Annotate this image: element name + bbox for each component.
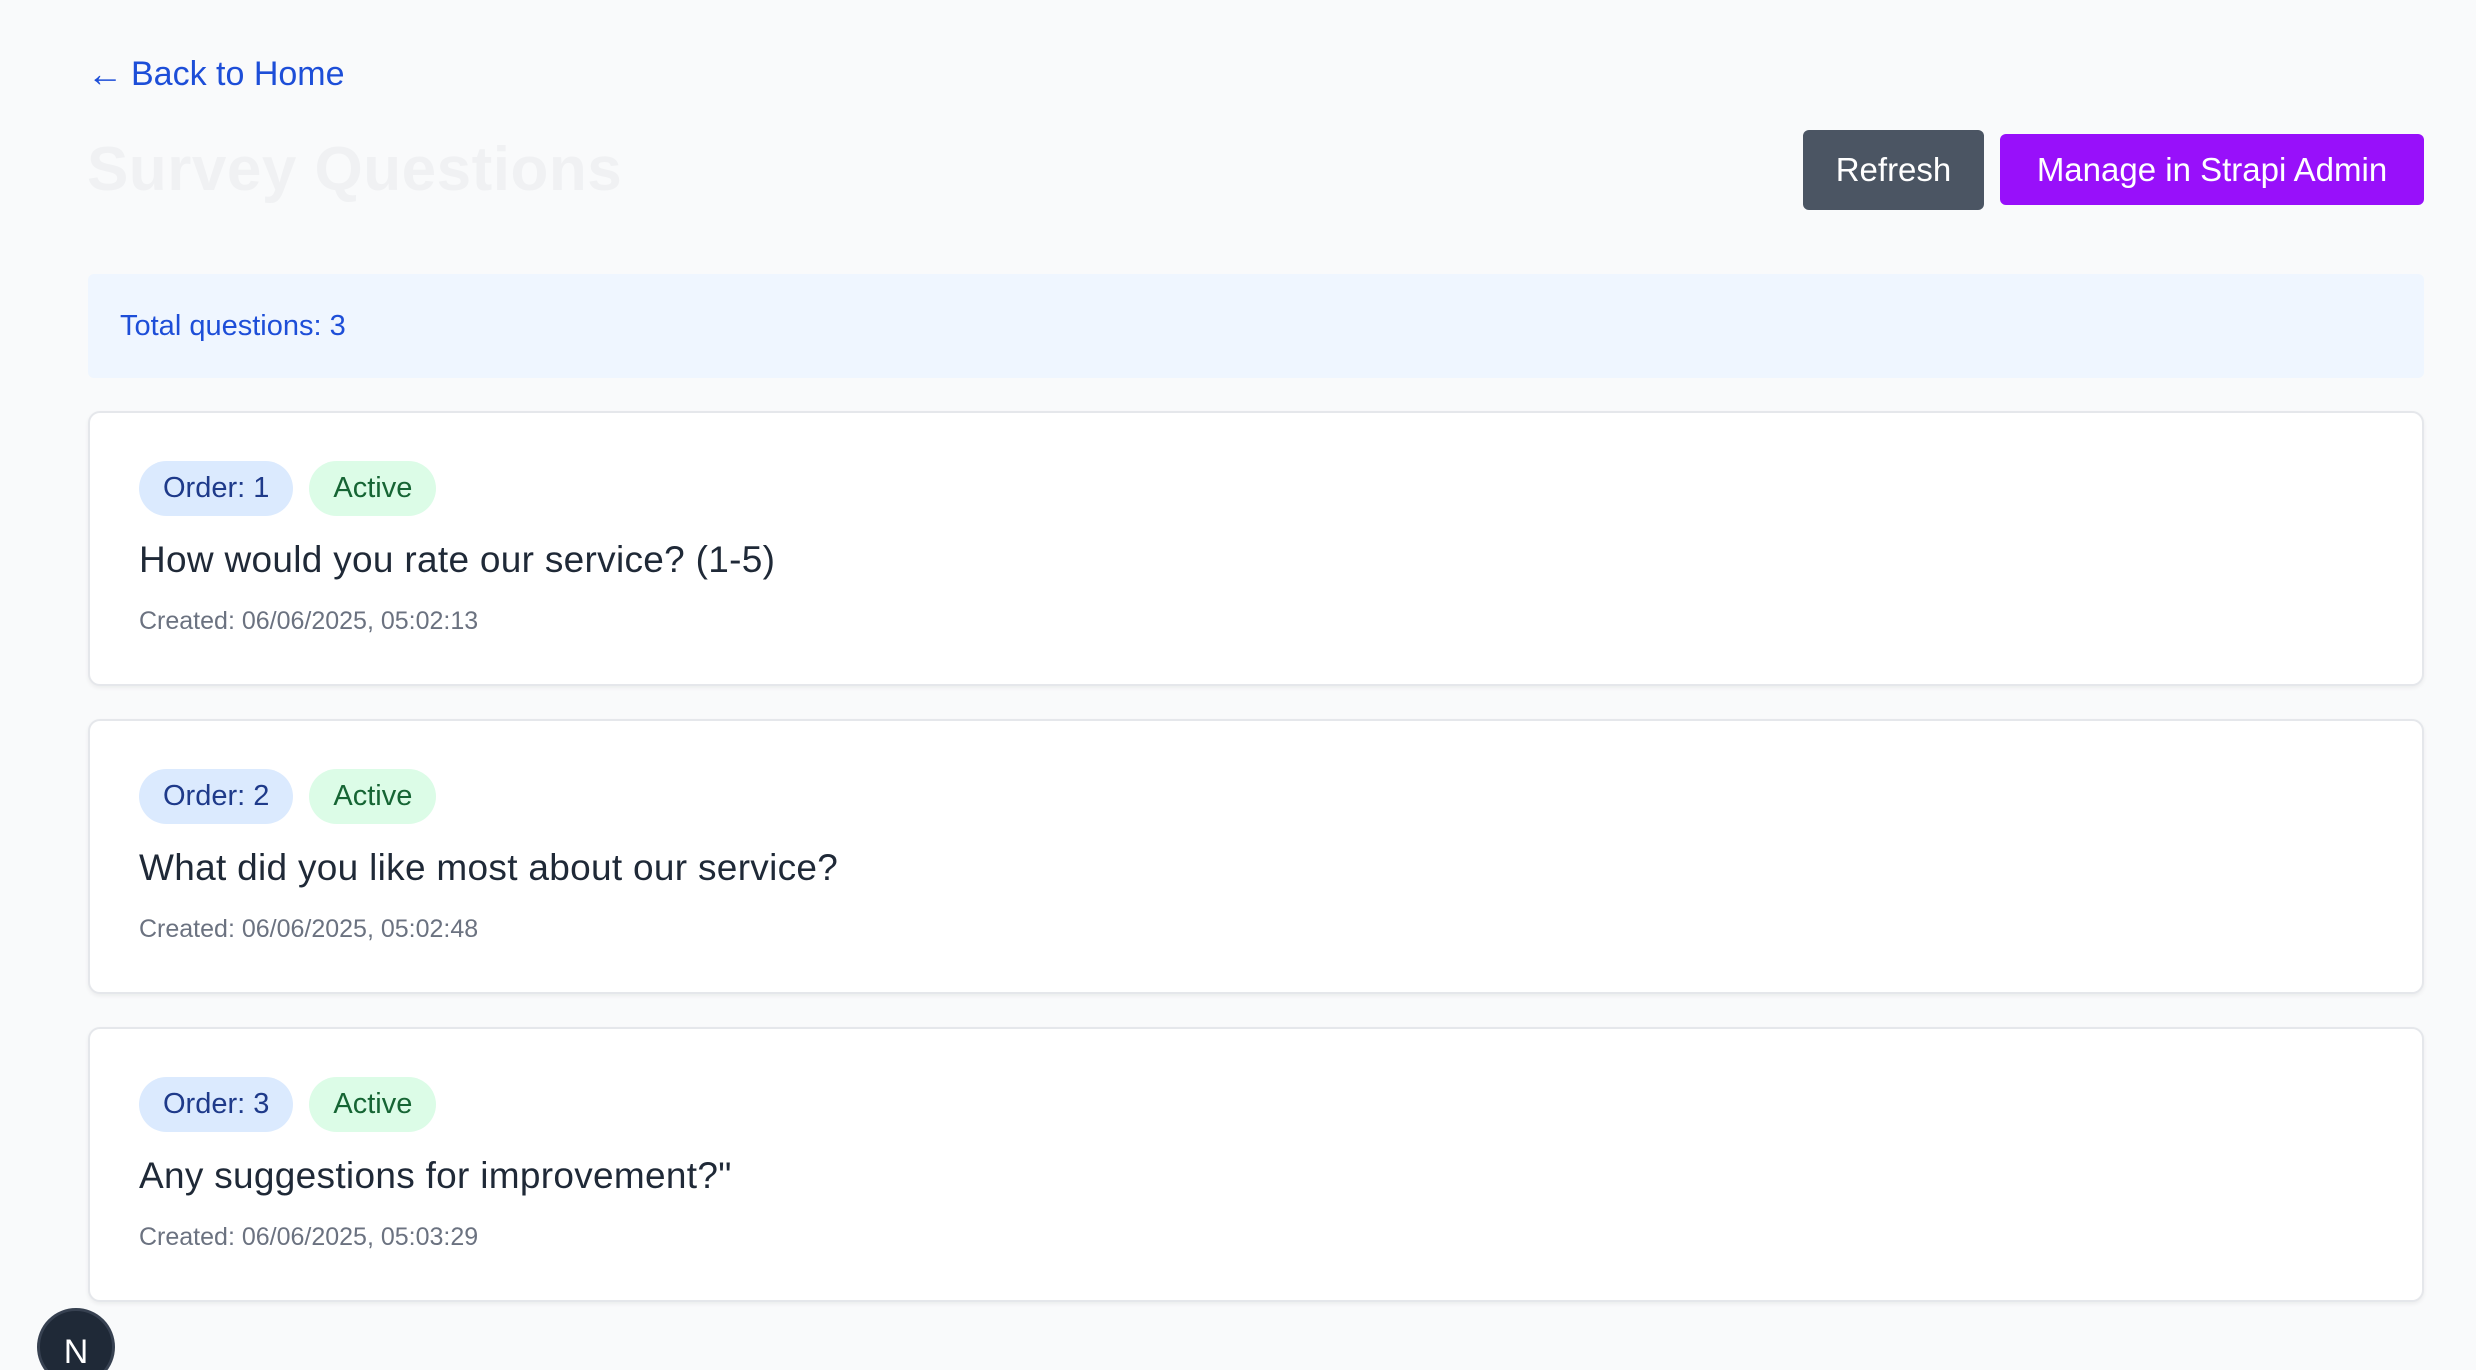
question-badges: Order: 3 Active [139, 1077, 2373, 1132]
total-questions-banner: Total questions: 3 [88, 274, 2424, 378]
order-badge: Order: 3 [139, 1077, 294, 1132]
total-questions-text: Total questions: 3 [120, 309, 346, 342]
order-badge: Order: 2 [139, 769, 294, 824]
back-to-home-link[interactable]: ← Back to Home [87, 50, 345, 98]
question-text: Any suggestions for improvement?" [139, 1155, 732, 1196]
question-text: How would you rate our service? (1-5) [139, 539, 776, 580]
question-text: What did you like most about our service… [139, 847, 839, 888]
created-timestamp: Created: 06/06/2025, 05:02:13 [139, 607, 479, 635]
page-title: Survey Questions [87, 135, 623, 204]
page: ← Back to Home Survey Questions Refresh … [0, 0, 2476, 1370]
back-to-home-label: Back to Home [131, 55, 345, 93]
question-badges: Order: 1 Active [139, 461, 2373, 516]
status-badge: Active [309, 1077, 437, 1132]
question-card: Order: 3 Active Any suggestions for impr… [88, 1027, 2424, 1302]
question-list: Order: 1 Active How would you rate our s… [88, 411, 2424, 1335]
refresh-button[interactable]: Refresh [1803, 130, 1984, 210]
manage-in-strapi-admin-button[interactable]: Manage in Strapi Admin [2000, 134, 2424, 205]
question-card: Order: 2 Active What did you like most a… [88, 719, 2424, 994]
status-badge: Active [309, 769, 437, 824]
order-badge: Order: 1 [139, 461, 294, 516]
arrow-left-icon: ← [87, 53, 123, 94]
created-timestamp: Created: 06/06/2025, 05:03:29 [139, 1223, 479, 1251]
created-timestamp: Created: 06/06/2025, 05:02:48 [139, 915, 479, 943]
question-card: Order: 1 Active How would you rate our s… [88, 411, 2424, 686]
dev-indicator-letter: N [63, 1333, 89, 1370]
question-badges: Order: 2 Active [139, 769, 2373, 824]
status-badge: Active [309, 461, 437, 516]
